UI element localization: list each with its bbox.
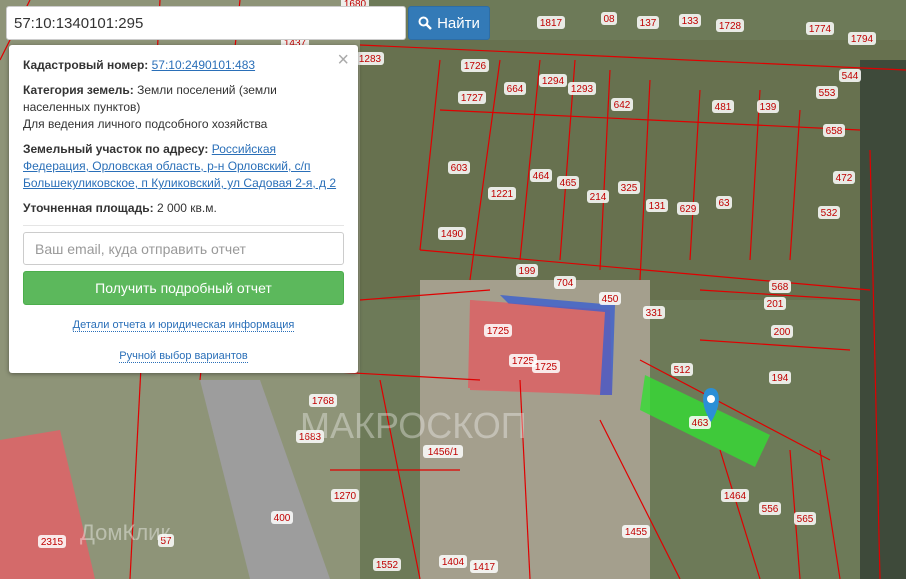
parcel-number-label[interactable]: 465 (560, 178, 577, 189)
parcel-number-label[interactable]: 1270 (334, 491, 357, 502)
parcel-number-label[interactable]: 603 (451, 163, 468, 174)
parcel-number-label[interactable]: 1727 (461, 93, 484, 104)
cadastral-number-link[interactable]: 57:10:2490101:483 (152, 58, 255, 72)
parcel-number-label[interactable]: 1221 (491, 189, 514, 200)
search-button-label: Найти (437, 14, 480, 32)
parcel-number-label[interactable]: 658 (826, 126, 843, 137)
parcel-number-label[interactable]: 1728 (719, 21, 742, 32)
parcel-number-label[interactable]: 199 (519, 266, 536, 277)
search-button[interactable]: Найти (408, 6, 490, 40)
parcel-number-label[interactable]: 1817 (540, 18, 563, 29)
parcel-number-label[interactable]: 704 (557, 278, 574, 289)
manual-selection-link[interactable]: Ручной выбор вариантов (119, 350, 248, 363)
close-icon[interactable]: × (337, 50, 349, 70)
parcel-number-label[interactable]: 200 (774, 327, 791, 338)
parcel-number-label[interactable]: 464 (533, 171, 550, 182)
search-input[interactable] (6, 6, 406, 40)
land-category-row: Категория земель: Земли поселений (земли… (23, 83, 277, 131)
parcel-number-label[interactable]: 1417 (473, 562, 496, 573)
get-report-button[interactable]: Получить подробный отчет (23, 271, 344, 305)
parcel-number-label[interactable]: 568 (772, 282, 789, 293)
address-row: Земельный участок по адресу: Российская … (23, 142, 337, 190)
search-icon (418, 16, 432, 30)
parcel-number-label[interactable]: 565 (797, 514, 814, 525)
parcel-number-label[interactable]: 400 (274, 513, 291, 524)
parcel-number-label[interactable]: 532 (821, 208, 838, 219)
parcel-info-panel: × Кадастровый номер: 57:10:2490101:483 К… (9, 45, 358, 373)
parcel-number-label[interactable]: 642 (614, 100, 631, 111)
parcel-number-label[interactable]: 194 (772, 373, 789, 384)
parcel-number-label[interactable]: 553 (819, 88, 836, 99)
parcel-number-label[interactable]: 1464 (724, 491, 747, 502)
parcel-number-label[interactable]: 1726 (464, 61, 487, 72)
parcel-number-label[interactable]: 2315 (41, 537, 64, 548)
parcel-number-label[interactable]: 1293 (571, 84, 594, 95)
land-usage: Для ведения личного подсобного хозяйства (23, 117, 268, 131)
parcel-number-label[interactable]: 472 (836, 173, 853, 184)
parcel-number-label[interactable]: 133 (682, 16, 699, 27)
parcel-number-label[interactable]: 1283 (359, 54, 382, 65)
parcel-number-label[interactable]: 629 (680, 204, 697, 215)
parcel-number-label[interactable]: 63 (718, 198, 730, 209)
divider (23, 225, 344, 226)
area-row: Уточненная площадь: 2 000 кв.м. (23, 201, 217, 215)
parcel-number-label[interactable]: 1725 (535, 362, 558, 373)
parcel-number-label[interactable]: 331 (646, 308, 663, 319)
watermark-logo: МАКРОСКОП (300, 405, 527, 446)
watermark-logo: ДомКлик (80, 520, 170, 545)
parcel-number-label[interactable]: 512 (674, 365, 691, 376)
parcel-number-label[interactable]: 463 (692, 418, 709, 429)
parcel-number-label[interactable]: 1294 (542, 76, 565, 87)
parcel-number-label[interactable]: 1794 (851, 34, 874, 45)
report-details-link[interactable]: Детали отчета и юридическая информация (72, 319, 295, 332)
parcel-number-label[interactable]: 325 (621, 183, 638, 194)
cadastral-number-row: Кадастровый номер: 57:10:2490101:483 (23, 58, 256, 72)
parcel-number-label[interactable]: 1774 (809, 24, 832, 35)
parcel-number-label[interactable]: 664 (507, 84, 524, 95)
parcel-number-label[interactable]: 1404 (442, 557, 465, 568)
parcel-number-label[interactable]: 544 (842, 71, 859, 82)
parcel-number-label[interactable]: 214 (590, 192, 607, 203)
parcel-number-label[interactable]: 1725 (487, 326, 510, 337)
parcel-number-label[interactable]: 1455 (625, 527, 648, 538)
parcel-number-label[interactable]: 201 (767, 299, 784, 310)
parcel-number-label[interactable]: 1552 (376, 560, 399, 571)
parcel-number-label[interactable]: 481 (715, 102, 732, 113)
parcel-number-label[interactable]: 1456/1 (428, 447, 459, 458)
parcel-number-label[interactable]: 131 (649, 201, 666, 212)
parcel-number-label[interactable]: 450 (602, 294, 619, 305)
email-input[interactable] (23, 232, 344, 265)
parcel-number-label[interactable]: 139 (760, 102, 777, 113)
parcel-number-label[interactable]: 08 (603, 14, 615, 25)
parcel-number-label[interactable]: 556 (762, 504, 779, 515)
parcel-number-label[interactable]: 1725 (512, 356, 535, 367)
parcel-number-label[interactable]: 137 (640, 18, 657, 29)
parcel-number-label[interactable]: 1490 (441, 229, 464, 240)
